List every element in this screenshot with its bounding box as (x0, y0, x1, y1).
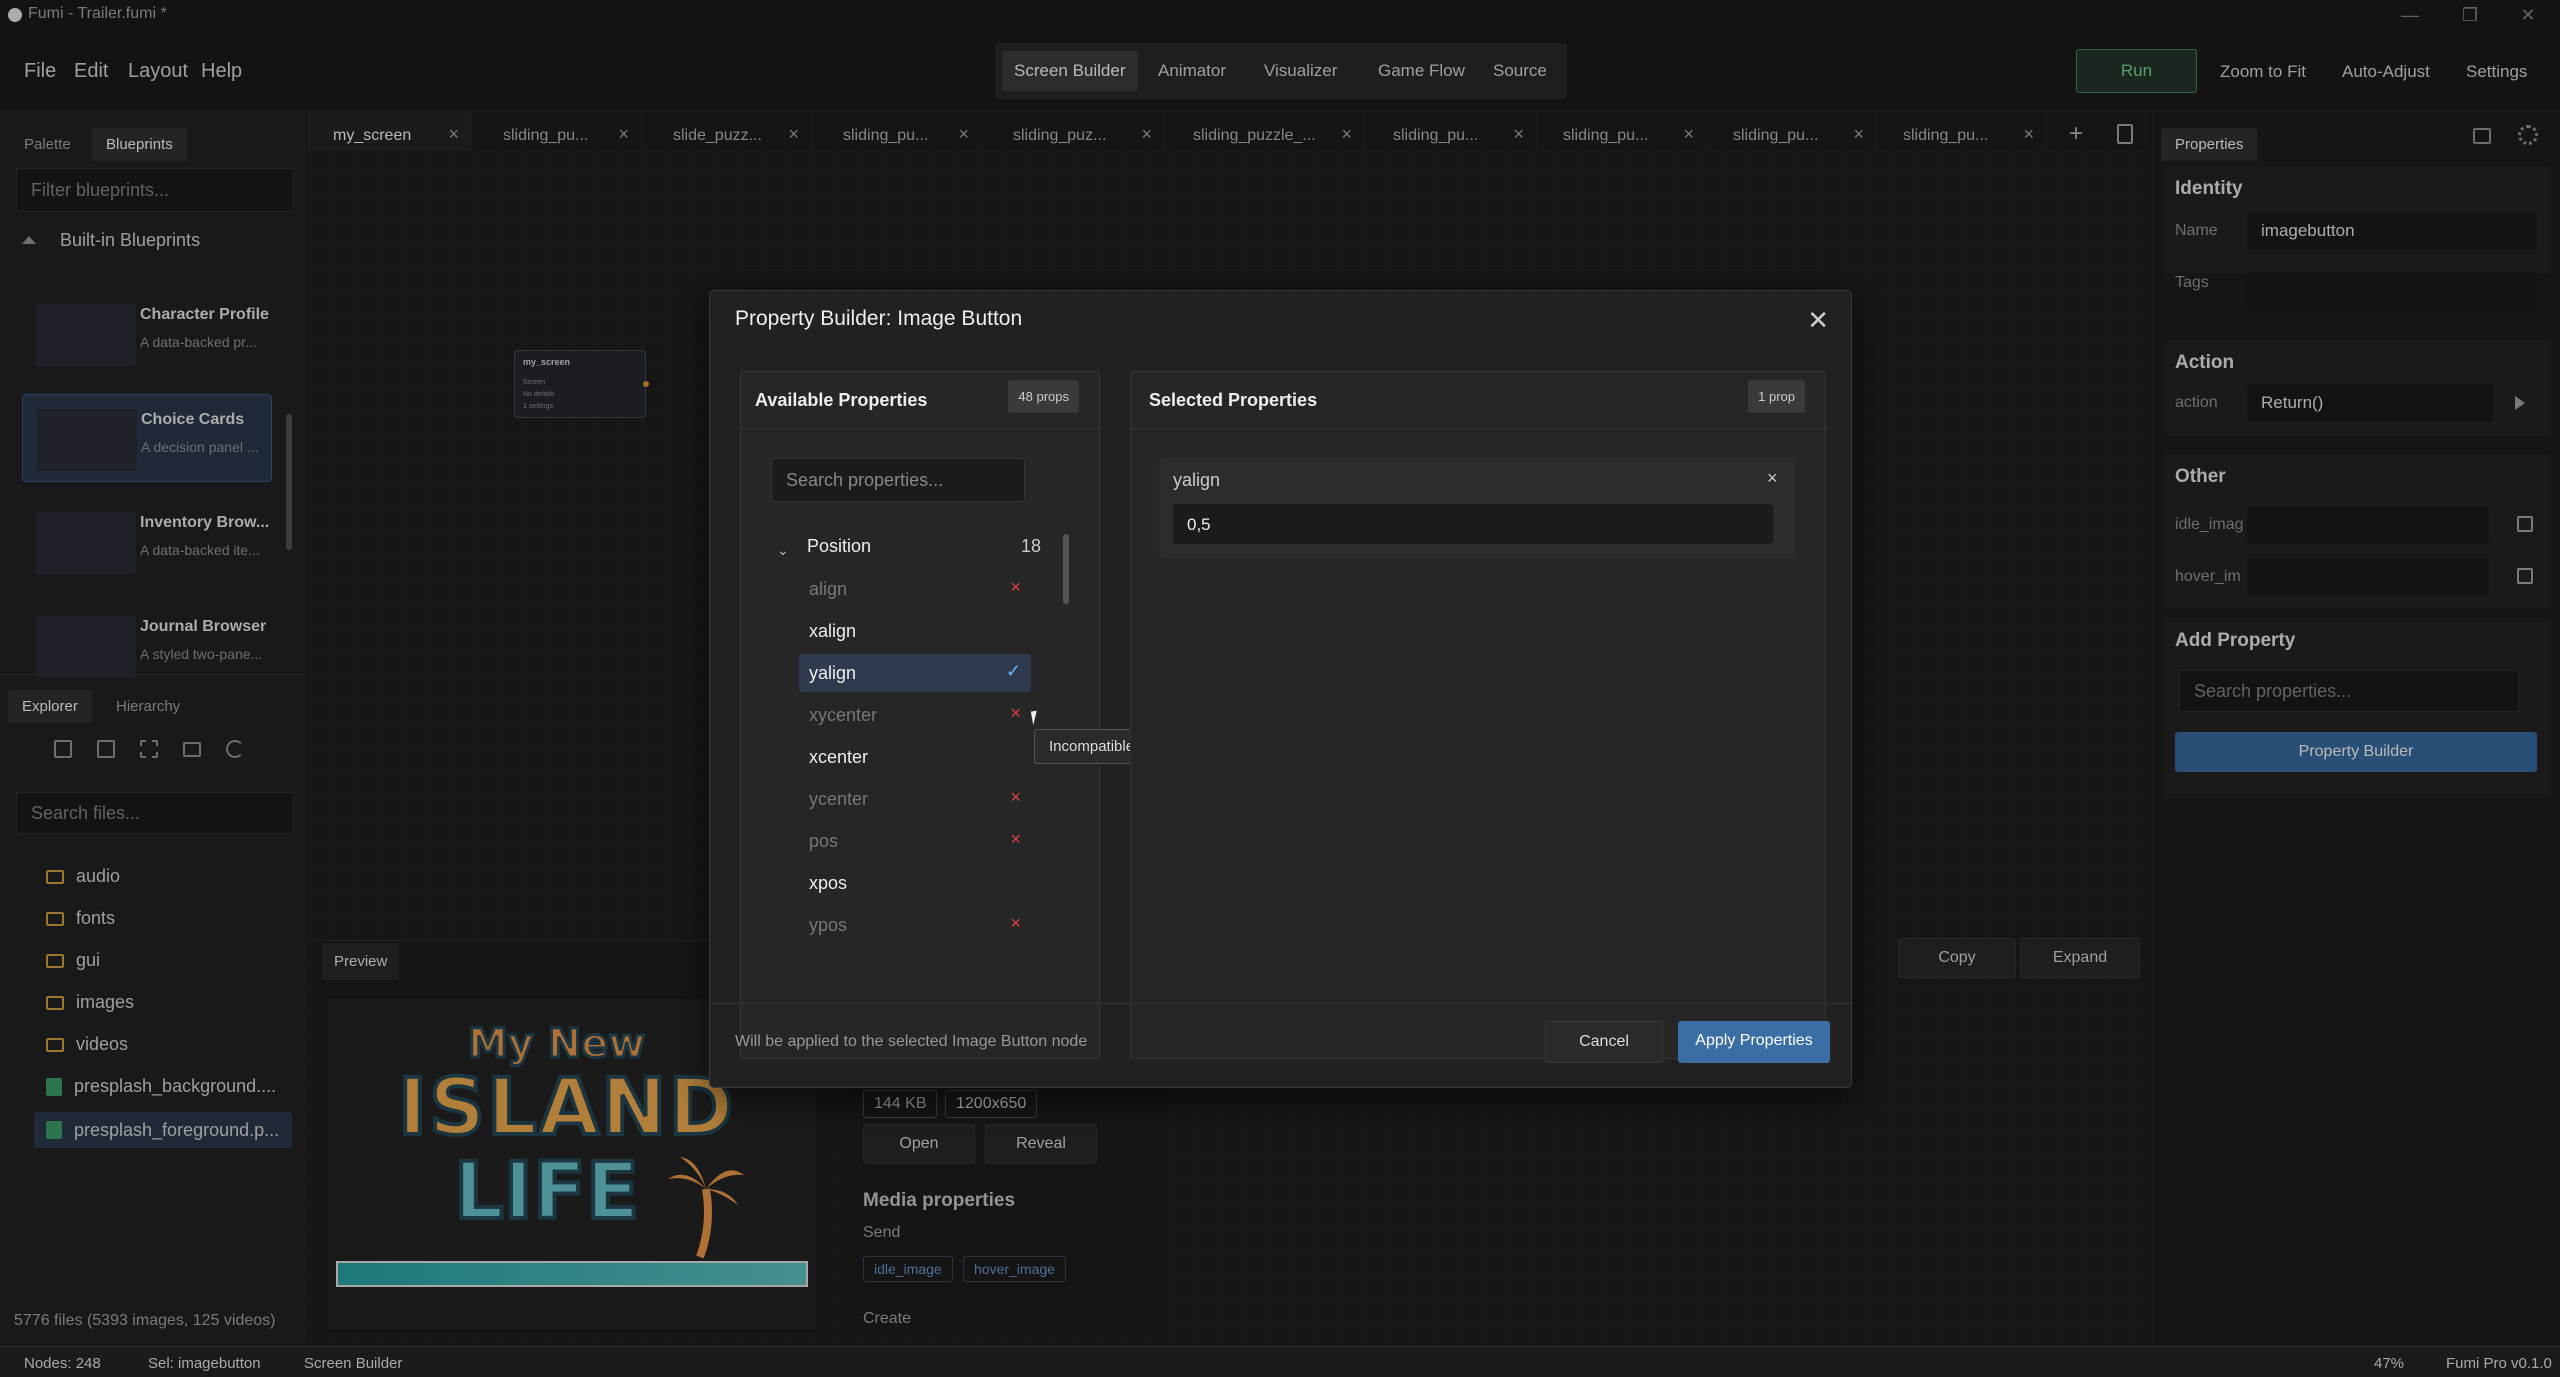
property-row-xycenter: xycenter × (799, 696, 1031, 734)
property-name: xalign (809, 621, 857, 641)
selected-property-value[interactable]: 0,5 (1173, 504, 1773, 544)
incompatible-icon: × (1010, 787, 1021, 807)
divider (741, 428, 1101, 429)
status-zoom: 47% (2374, 1355, 2405, 1372)
property-row-xpos[interactable]: xpos (799, 864, 1031, 902)
property-name: align (809, 579, 848, 599)
check-icon: ✓ (1005, 661, 1021, 681)
property-row-xalign[interactable]: xalign (799, 612, 1031, 650)
cancel-button[interactable]: Cancel (1545, 1021, 1663, 1063)
close-icon[interactable]: ✕ (1807, 305, 1829, 336)
property-row-ypos: ypos × (799, 906, 1031, 944)
property-name: xpos (809, 873, 848, 893)
property-row-yalign[interactable]: yalign ✓ (799, 654, 1031, 692)
group-label: Position (807, 536, 872, 556)
divider (1131, 428, 1827, 429)
selected-count-badge: 1 prop (1748, 380, 1805, 413)
incompatible-icon: × (1010, 577, 1021, 597)
remove-icon[interactable]: × (1767, 468, 1778, 489)
pane-title: Selected Properties (1149, 390, 1318, 410)
available-properties-pane: Available Properties 48 props Search pro… (740, 371, 1101, 1059)
property-row-pos: pos × (799, 822, 1031, 860)
dialog-title: Property Builder: Image Button (735, 307, 1023, 330)
incompatible-icon: × (1010, 703, 1021, 723)
selected-property-name: yalign (1173, 470, 1221, 490)
footer-note: Will be applied to the selected Image Bu… (735, 1033, 1088, 1050)
property-row-xcenter[interactable]: xcenter (799, 738, 1031, 776)
property-name: pos (809, 831, 839, 851)
property-row-align: align × (799, 570, 1031, 608)
property-name: yalign (809, 663, 857, 683)
status-bar: Nodes: 248 Sel: imagebutton Screen Build… (0, 1346, 2560, 1377)
property-name: ypos (809, 915, 848, 935)
selected-properties-pane: Selected Properties 1 prop yalign × 0,5 (1130, 371, 1827, 1059)
property-name: xcenter (809, 747, 869, 767)
list-scrollbar[interactable] (1063, 534, 1069, 604)
selected-property-card: yalign × 0,5 (1159, 458, 1795, 558)
status-version: Fumi Pro v0.1.0 (2446, 1355, 2552, 1372)
incompatible-icon: × (1010, 913, 1021, 933)
search-properties-input[interactable]: Search properties... (771, 458, 1025, 502)
apply-properties-button[interactable]: Apply Properties (1678, 1021, 1830, 1063)
property-name: xycenter (809, 705, 878, 725)
incompatible-icon: × (1010, 829, 1021, 849)
property-builder-dialog: Property Builder: Image Button ✕ Availab… (709, 290, 1853, 1088)
status-mode: Screen Builder (304, 1355, 403, 1372)
pane-title: Available Properties (755, 390, 928, 410)
footer-divider (710, 1003, 1853, 1004)
property-row-ycenter: ycenter × (799, 780, 1031, 818)
chevron-down-icon[interactable]: ⌄ (777, 542, 789, 559)
group-count: 18 (1021, 536, 1042, 556)
status-selection: Sel: imagebutton (148, 1355, 261, 1372)
property-name: ycenter (809, 789, 869, 809)
status-nodes: Nodes: 248 (24, 1355, 101, 1372)
props-count-badge: 48 props (1008, 380, 1079, 413)
